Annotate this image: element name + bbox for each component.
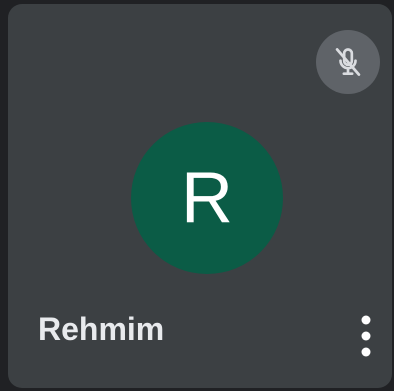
avatar-initial: R (181, 158, 233, 238)
participant-name: Rehmim (38, 311, 165, 347)
mic-off-icon (335, 48, 361, 76)
more-options-button[interactable] (350, 310, 382, 362)
participant-tile: R Rehmim (8, 4, 392, 388)
mic-off-badge (316, 30, 380, 94)
avatar: R (131, 122, 283, 274)
more-vert-icon (361, 315, 371, 357)
